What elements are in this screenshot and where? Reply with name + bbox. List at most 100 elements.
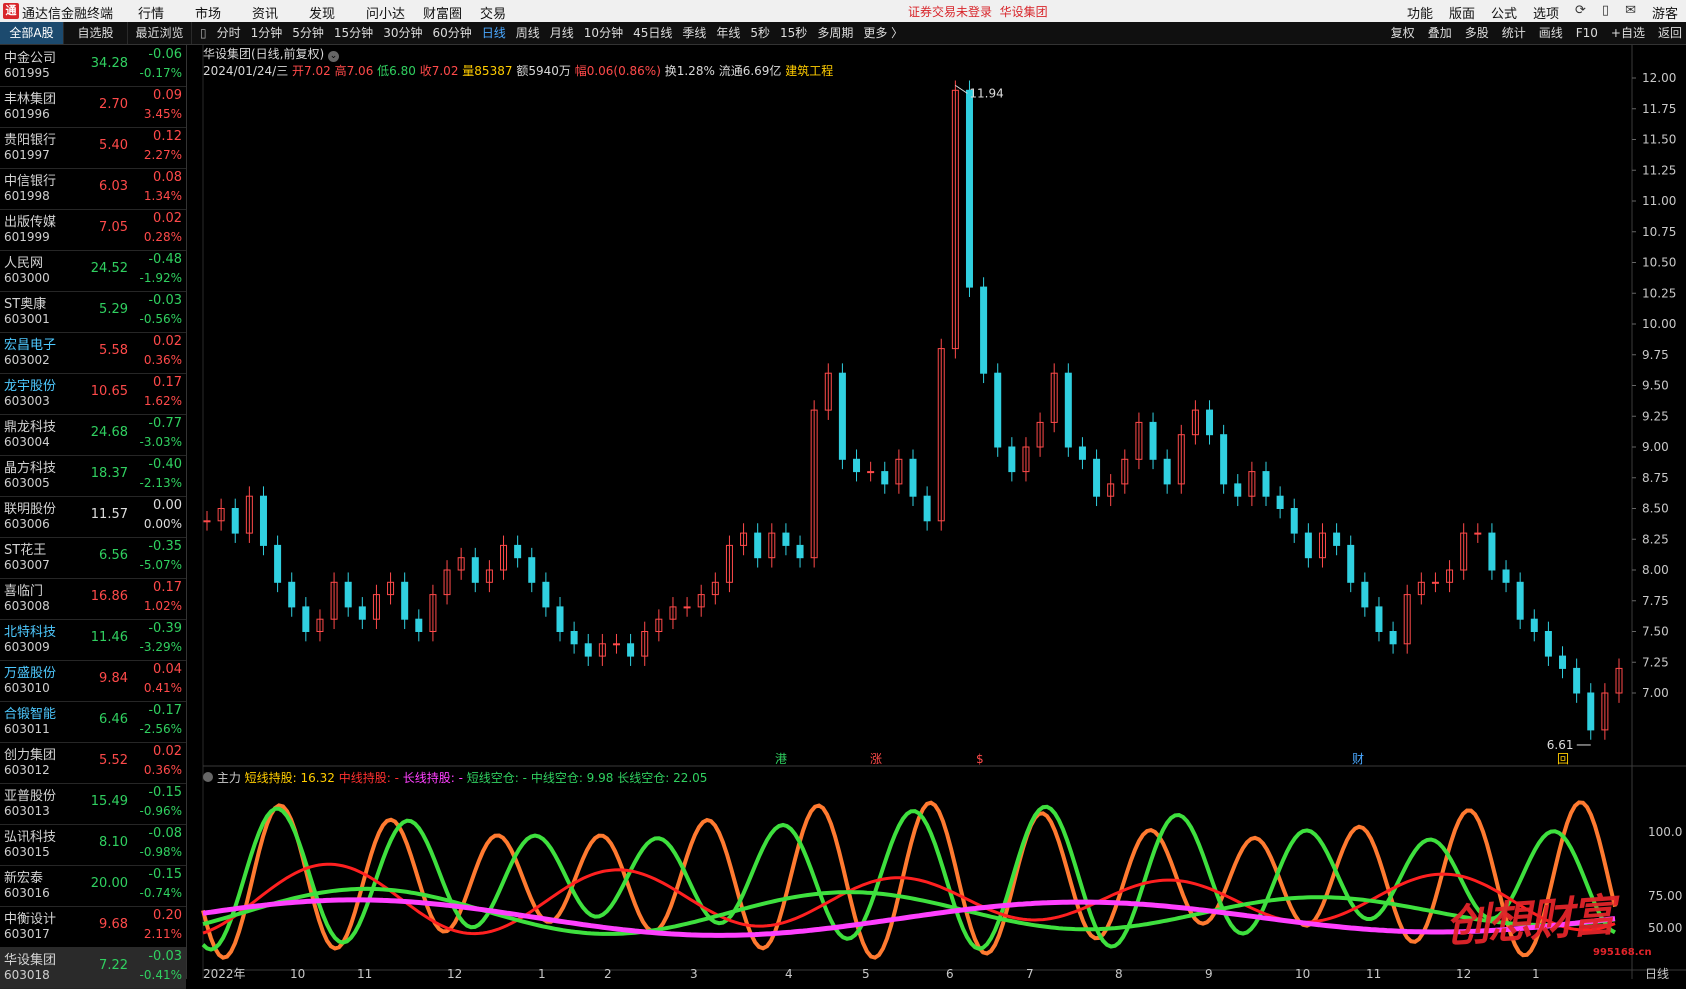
candle-body [1559, 655, 1567, 669]
price-label: 9.50 [1642, 379, 1669, 393]
bottom-period-label[interactable]: 日线 [1645, 967, 1669, 979]
xaxis-label: 10 [290, 967, 305, 979]
candle-body [867, 471, 875, 474]
xaxis-label: 1 [538, 967, 546, 979]
candle-body [274, 544, 282, 583]
indicator-short-empty: 短线空仓: - [466, 771, 527, 785]
candle-body [570, 631, 578, 645]
price-label: 11.50 [1642, 133, 1676, 147]
quote-amount: 额5940万 [516, 64, 571, 78]
xaxis-label: 3 [690, 967, 698, 979]
candle-body [980, 286, 988, 374]
candle-body [1587, 692, 1595, 731]
candle-body [853, 458, 861, 473]
candle-body [1488, 532, 1496, 571]
xaxis-label: 12 [447, 967, 462, 979]
price-label: 10.25 [1642, 286, 1676, 300]
indicator-axis-label: 50.00 [1648, 921, 1682, 935]
candle-body [1530, 618, 1538, 633]
candle-body [288, 581, 296, 608]
collapse-icon[interactable] [203, 772, 213, 782]
candle-body [1220, 434, 1228, 485]
candle-body [1347, 544, 1355, 583]
candle-body [344, 581, 352, 608]
price-label: 11.75 [1642, 102, 1676, 116]
event-marker[interactable]: 回 [1557, 752, 1569, 766]
price-label: 8.50 [1642, 502, 1669, 516]
price-label: 9.75 [1642, 348, 1669, 362]
candle-body [1304, 532, 1312, 559]
candle-body [923, 495, 931, 522]
candle-body [259, 495, 267, 546]
candle-body [1474, 532, 1482, 535]
xaxis-label: 5 [862, 967, 870, 979]
event-marker[interactable]: 财 [1352, 752, 1364, 766]
candle-body [838, 372, 846, 460]
xaxis-label: 7 [1026, 967, 1034, 979]
candle-body [1262, 471, 1270, 497]
indicator-long-empty: 长线空仓: 22.05 [617, 771, 708, 785]
candle-body [994, 372, 1002, 448]
chart-area[interactable]: 12.00 11.75 11.50 11.25 11.00 10.75 10.50 10.25… [0, 0, 1686, 979]
xaxis-label: 11 [357, 967, 372, 979]
price-label: 10.00 [1642, 317, 1676, 331]
xaxis-label: 8 [1115, 967, 1123, 979]
quote-date: 2024/01/24/三 [203, 64, 289, 78]
candle-body [1149, 421, 1157, 460]
indicator-title: 主力 短线持股: 16.32 中线持股: - 长线持股: - 短线空仓: - 中… [203, 769, 707, 786]
quote-high: 高7.06 [334, 64, 374, 78]
candle-body [1078, 446, 1086, 460]
price-label: 7.75 [1642, 594, 1669, 608]
price-label: 7.00 [1642, 686, 1669, 700]
candle-body [1389, 631, 1397, 645]
candle-body [1333, 532, 1341, 546]
chevron-down-icon[interactable]: ⌄ [328, 51, 340, 62]
candle-body [1544, 631, 1552, 657]
xaxis-label: 4 [785, 967, 793, 979]
xaxis-label: 6 [946, 967, 954, 979]
quote-sector: 建筑工程 [785, 64, 834, 78]
indicator-axis-label: 100.0 [1648, 825, 1682, 839]
candle-body [1573, 667, 1581, 694]
candle-body [528, 557, 536, 583]
candle-body [401, 581, 409, 620]
candle-body [1290, 508, 1298, 534]
candle-body [627, 643, 635, 657]
price-label: 8.75 [1642, 471, 1669, 485]
candle-body [1375, 606, 1383, 633]
candle-body [302, 606, 310, 633]
candle-body [203, 520, 211, 523]
indicator-short-hold: 短线持股: 16.32 [244, 771, 335, 785]
candle-body [965, 89, 973, 288]
watermark-url: 995168.cn [1593, 947, 1652, 958]
candle-body [542, 581, 550, 608]
high-marker: 11.94 [969, 86, 1003, 100]
candle-body [796, 544, 804, 559]
xaxis-label: 9 [1205, 967, 1213, 979]
event-marker[interactable]: 港 [775, 752, 787, 766]
candle-body [556, 606, 564, 633]
low-marker: 6.61 [1547, 738, 1574, 752]
quote-low: 低6.80 [377, 64, 416, 78]
quote-volume: 量85387 [462, 64, 513, 78]
event-marker[interactable]: $ [976, 752, 984, 766]
candle-body [1234, 483, 1242, 497]
indicator-long-hold: 长线持股: - [402, 771, 463, 785]
price-label: 7.50 [1642, 625, 1669, 639]
candle-body [782, 532, 790, 546]
price-label: 10.50 [1642, 256, 1676, 270]
quote-close: 收7.02 [419, 64, 459, 78]
candle-body [1163, 458, 1171, 485]
price-label: 11.25 [1642, 163, 1676, 177]
indicator-axis-label: 75.00 [1648, 889, 1682, 903]
xaxis-label: 2022年 [203, 967, 246, 979]
xaxis-label: 12 [1456, 967, 1471, 979]
price-label: 8.25 [1642, 532, 1669, 546]
indicator-mid-hold: 中线持股: - [338, 771, 399, 785]
candle-body [1008, 446, 1016, 473]
event-marker[interactable]: 涨 [870, 751, 882, 766]
chart-header: 华设集团(日线,前复权) ⌄ [203, 45, 340, 62]
xaxis-label: 10 [1295, 967, 1310, 979]
quote-float: 流通6.69亿 [718, 64, 782, 78]
quote-line: 2024/01/24/三 开7.02 高7.06 低6.80 收7.02 量85… [203, 62, 833, 79]
